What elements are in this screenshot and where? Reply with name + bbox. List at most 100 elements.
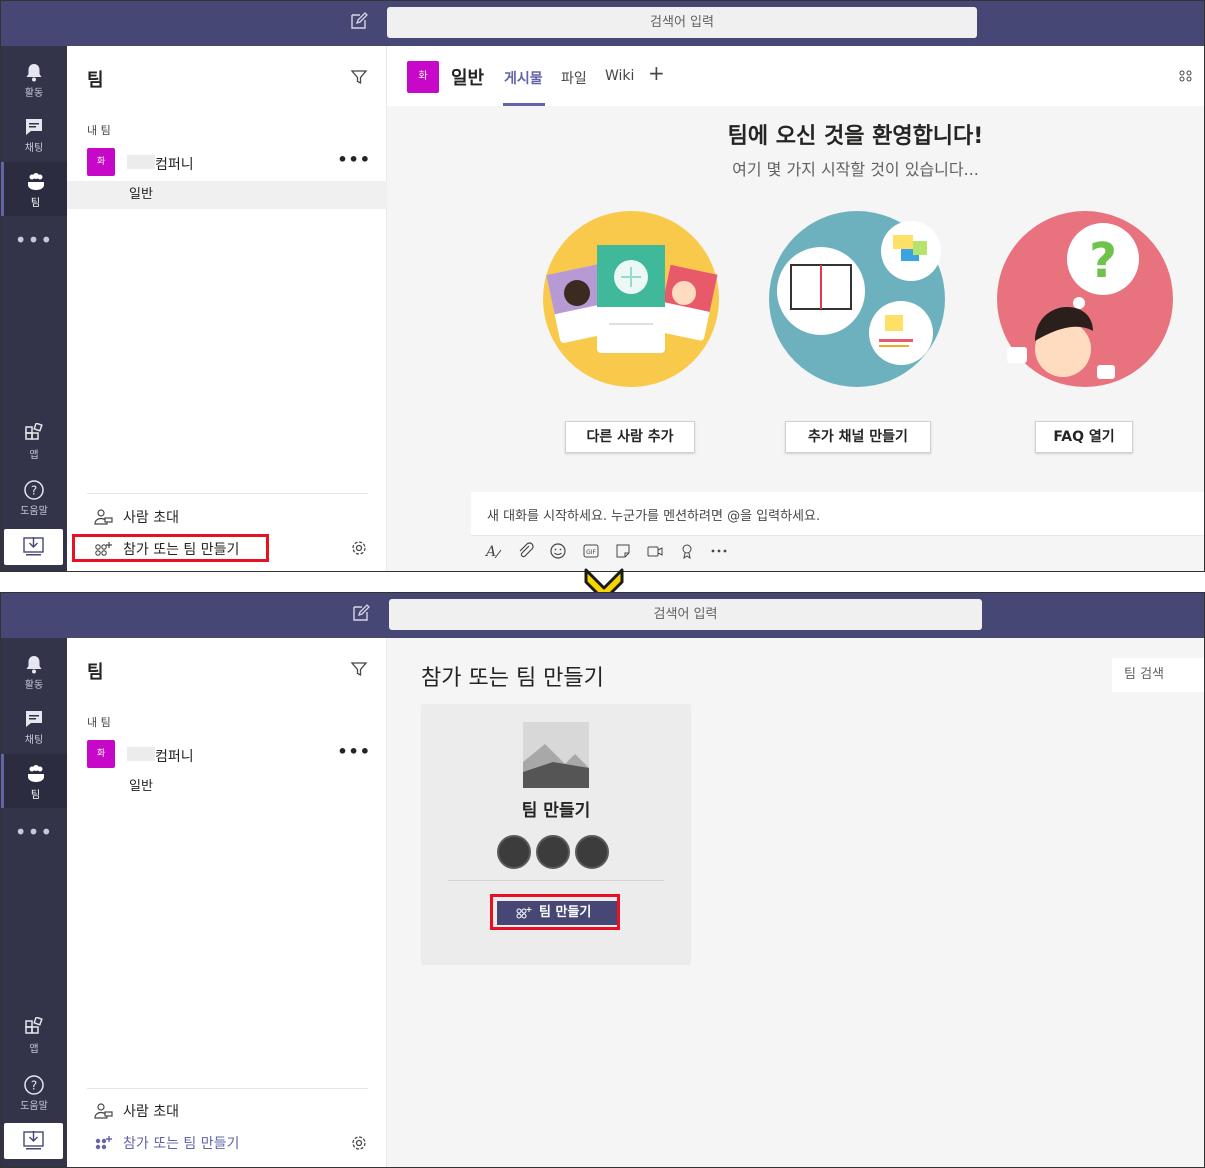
search-input[interactable]: 검색어 입력: [389, 599, 982, 630]
svg-text:?: ?: [1089, 233, 1117, 289]
team-more-icon[interactable]: •••: [337, 150, 371, 169]
chat-icon: [26, 119, 42, 135]
bell-icon: [26, 656, 42, 674]
create-channel-button[interactable]: 추가 채널 만들기: [785, 421, 931, 453]
apps-icon: [25, 423, 43, 440]
invite-people-icon: [94, 509, 113, 525]
member-avatar: [536, 835, 570, 869]
rail-help[interactable]: ? 도움말: [1, 1065, 67, 1119]
highlight-box: [490, 894, 620, 930]
compose-icon[interactable]: [349, 12, 369, 32]
screen-before: 검색어 입력 활동 채팅 팀 ••• 앱 ? 도움말 팀 내 팀 화 컴퍼니 •…: [0, 0, 1205, 572]
join-create-main: 참가 또는 팀 만들기 팀 검색 팀 만들기 팀 만들기: [387, 638, 1204, 1167]
add-people-button[interactable]: 다른 사람 추가: [565, 421, 695, 453]
svg-text:?: ?: [31, 484, 37, 498]
more-options-icon[interactable]: [710, 542, 728, 560]
teams-panel-title: 팀: [87, 662, 104, 683]
svg-text:A: A: [485, 544, 496, 560]
rail-activity-label: 활동: [24, 680, 44, 691]
welcome-title: 팀에 오신 것을 환영합니다!: [727, 124, 984, 149]
question-person-illustration: ?: [997, 211, 1173, 387]
channel-main: 화 일반 게시물 파일 Wiki + 팀에 오신 것을 환영합니다! 여기 몇 …: [387, 46, 1204, 571]
channel-item-general[interactable]: 일반: [67, 181, 387, 209]
teams-panel-title: 팀: [87, 70, 104, 91]
redacted-text: [127, 747, 155, 761]
team-more-icon[interactable]: •••: [337, 742, 371, 761]
gif-icon[interactable]: GIF: [582, 542, 600, 560]
rail-teams[interactable]: 팀: [1, 754, 67, 808]
rail-chat[interactable]: 채팅: [1, 699, 67, 753]
apps-icon: [25, 1017, 43, 1034]
svg-text:GIF: GIF: [586, 549, 596, 556]
rail-chat[interactable]: 채팅: [1, 107, 67, 161]
help-icon: ?: [24, 1075, 44, 1095]
rail-apps[interactable]: 앱: [1, 414, 67, 468]
join-team-icon: [95, 1136, 112, 1150]
filter-icon[interactable]: [350, 68, 368, 86]
panel-divider: [87, 1088, 368, 1089]
rail-teams-label: 팀: [30, 198, 41, 209]
rail-teams[interactable]: 팀: [1, 162, 67, 216]
search-teams-input[interactable]: 팀 검색: [1112, 658, 1204, 692]
notebook-channels-illustration: [769, 211, 945, 387]
team-item[interactable]: 화 컴퍼니 •••: [67, 740, 387, 772]
rail-activity[interactable]: 활동: [1, 644, 67, 698]
rail-more-icon[interactable]: •••: [1, 228, 67, 252]
my-teams-label: 내 팀: [87, 716, 111, 729]
rail-activity-label: 활동: [24, 88, 44, 99]
praise-icon[interactable]: [678, 542, 696, 560]
member-avatar: [497, 835, 531, 869]
rail-help-label: 도움말: [20, 1101, 48, 1112]
join-create-title: 참가 또는 팀 만들기: [421, 666, 604, 691]
chat-icon: [26, 711, 42, 727]
highlight-box: [72, 534, 269, 562]
create-team-card-title: 팀 만들기: [521, 801, 591, 821]
compose-placeholder: 새 대화를 시작하세요. 누군가를 멘션하려면 @을 입력하세요.: [487, 509, 821, 524]
download-button[interactable]: [4, 1123, 63, 1159]
create-team-card[interactable]: 팀 만들기 팀 만들기: [421, 704, 691, 965]
invite-people-icon: [94, 1103, 113, 1119]
compose-icon[interactable]: [351, 604, 371, 624]
rail-help[interactable]: ? 도움말: [1, 470, 67, 524]
team-avatar: 화: [87, 148, 115, 176]
attach-icon[interactable]: [517, 542, 535, 560]
rail-more-icon[interactable]: •••: [1, 820, 67, 844]
emoji-icon[interactable]: [549, 542, 567, 560]
teams-panel: 팀 내 팀 화 컴퍼니 ••• 일반 사람 초대 참가 또는 팀 만들기: [67, 638, 387, 1167]
tab-files[interactable]: 파일: [561, 68, 587, 88]
title-bar: 검색어 입력: [1, 593, 1204, 638]
rail-chat-label: 채팅: [24, 143, 44, 154]
rail-activity[interactable]: 활동: [1, 52, 67, 106]
tab-wiki[interactable]: Wiki: [605, 68, 634, 84]
team-item[interactable]: 화 컴퍼니 •••: [67, 148, 387, 180]
rail-teams-label: 팀: [30, 790, 41, 801]
rail-apps[interactable]: 앱: [1, 1008, 67, 1062]
download-button[interactable]: [4, 529, 63, 565]
screen-after: 검색어 입력 활동 채팅 팀 ••• 앱 ? 도움말 팀 내 팀 화 컴퍼니 •…: [0, 592, 1205, 1168]
download-icon: [23, 537, 44, 556]
teams-icon: [27, 765, 44, 782]
meet-now-icon[interactable]: [646, 542, 664, 560]
tab-posts[interactable]: 게시물: [504, 68, 543, 88]
rail-chat-label: 채팅: [24, 735, 44, 746]
compose-box[interactable]: 새 대화를 시작하세요. 누군가를 멘션하려면 @을 입력하세요.: [471, 492, 1204, 536]
search-input[interactable]: 검색어 입력: [387, 7, 977, 38]
settings-gear-icon[interactable]: [350, 1134, 368, 1152]
svg-text:?: ?: [31, 1079, 37, 1093]
sticker-icon[interactable]: [614, 542, 632, 560]
settings-gear-icon[interactable]: [350, 539, 368, 557]
filter-icon[interactable]: [350, 660, 368, 678]
join-create-team-label: 참가 또는 팀 만들기: [123, 1136, 240, 1152]
add-tab-icon[interactable]: +: [648, 61, 665, 85]
download-icon: [23, 1131, 44, 1150]
open-faq-button[interactable]: FAQ 열기: [1035, 421, 1133, 453]
rail-apps-label: 앱: [29, 450, 39, 461]
welcome-subtitle: 여기 몇 가지 시작할 것이 있습니다...: [732, 160, 979, 179]
channel-team-avatar: 화: [407, 61, 439, 93]
rail-apps-label: 앱: [29, 1044, 39, 1055]
channel-item-general[interactable]: 일반: [67, 773, 387, 801]
active-tab-indicator: [503, 103, 545, 106]
format-icon[interactable]: A: [485, 542, 503, 560]
team-members-icon[interactable]: [1178, 68, 1194, 84]
card-divider: [448, 880, 664, 881]
